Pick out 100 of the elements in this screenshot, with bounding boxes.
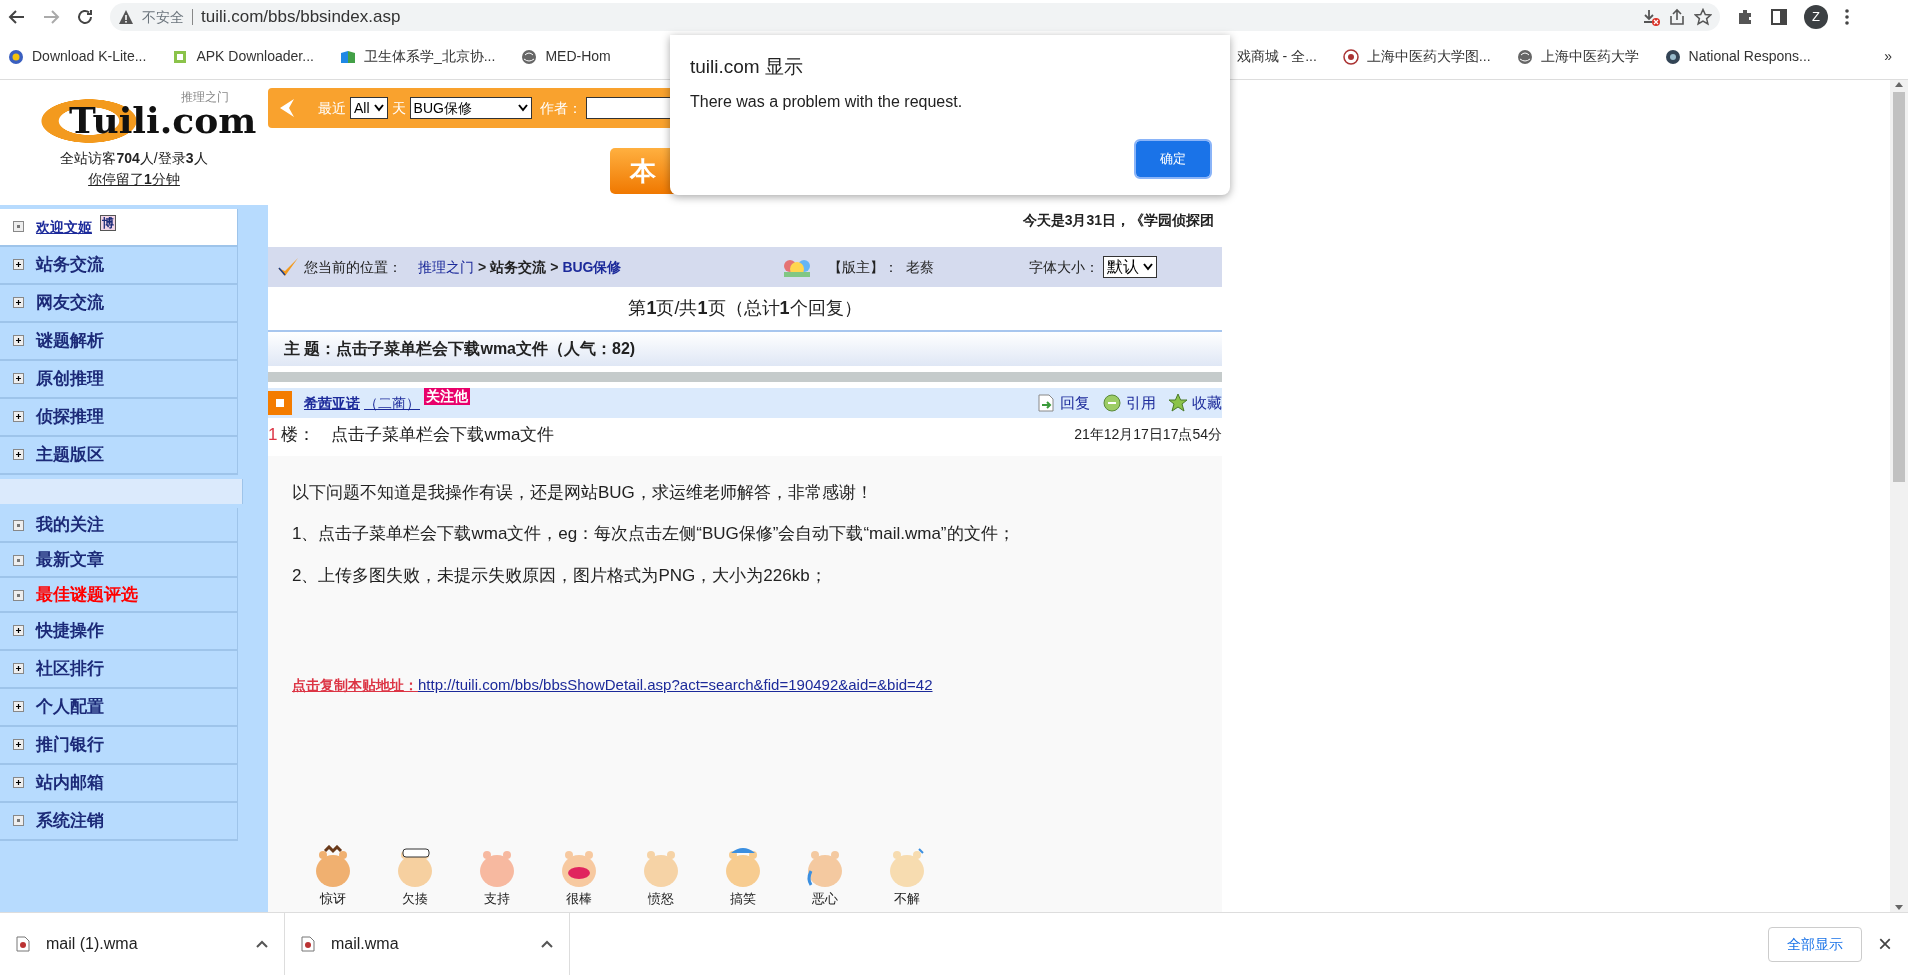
sidebar-item[interactable]: 站务交流 — [0, 247, 238, 285]
moderator-label: 【版主】： — [827, 257, 898, 277]
sidebar-item[interactable]: 原创推理 — [0, 361, 238, 399]
topic-title: 主 题：点击子菜单栏会下载wma文件（人气：82) — [268, 330, 1222, 366]
sidebar-item[interactable]: 系统注销 — [0, 803, 238, 841]
floor-number: 1 — [268, 424, 278, 446]
profile-avatar[interactable]: Z — [1804, 5, 1828, 29]
expand-icon — [13, 335, 24, 346]
visitor-count: 全站访客704人/登录3人 — [60, 149, 208, 168]
blog-badge[interactable]: 博 — [100, 215, 116, 231]
breadcrumb-link[interactable]: BUG保修 — [562, 256, 622, 278]
moderator-name[interactable]: 老蔡 — [905, 256, 934, 278]
emoticon-label: 愤怒 — [648, 889, 674, 908]
star-icon[interactable] — [1694, 8, 1712, 26]
breadcrumb-link[interactable]: 推理之门 — [418, 256, 474, 278]
expand-icon — [13, 663, 24, 674]
emoticon-label: 支持 — [484, 889, 510, 908]
location-label: 您当前的位置： — [304, 257, 402, 277]
dialog-title: tuili.com 显示 — [690, 55, 804, 79]
emoticon-label: 惊讶 — [320, 889, 346, 908]
post-title: 点击子菜单栏会下载wma文件 — [331, 424, 555, 446]
expand-icon — [13, 777, 24, 788]
download-item[interactable]: mail (1).wma — [0, 913, 285, 975]
post-url-link[interactable]: http://tuili.com/bbs/bbsShowDetail.asp?act=search&fid=190492&aid=&bid=42 — [418, 674, 933, 697]
url-text[interactable]: tuili.com/bbs/bbsindex.asp — [201, 4, 401, 30]
sidebar-item[interactable]: 侦探推理 — [0, 399, 238, 437]
caret-up-icon[interactable] — [256, 940, 268, 948]
show-all-button[interactable]: 全部显示 — [1768, 926, 1862, 962]
body-paragraph: 2、上传多图失败，未提示失败原因，图片格式为PNG，大小为226kb； — [292, 564, 828, 587]
author-rank[interactable]: （二蔺） — [364, 392, 420, 414]
today-date: 今天是3月31日，《学园侦探团 — [1021, 211, 1215, 230]
bookmark-item[interactable]: 戏商城 - 全... — [1236, 46, 1317, 67]
download-blocked-icon[interactable] — [1642, 8, 1660, 26]
sidebar-item[interactable]: 最新文章 — [0, 543, 238, 578]
sidebar-item[interactable]: 谜题解析 — [0, 323, 238, 361]
page-info: 第1页/共1页（总计1个回复） — [627, 297, 863, 320]
stay-time: 你停留了1分钟 — [88, 170, 180, 189]
star-icon — [1168, 393, 1188, 413]
bullet-icon — [13, 590, 24, 601]
sidebar-item[interactable]: 社区排行 — [0, 651, 238, 689]
extension-icon[interactable] — [1736, 8, 1754, 26]
days-select[interactable]: All — [350, 97, 388, 119]
scrollbar-thumb[interactable] — [1893, 92, 1905, 482]
bookmark-item[interactable]: APK Downloader... — [172, 46, 314, 67]
emoticon-label: 欠揍 — [402, 889, 428, 908]
breadcrumb-link[interactable]: 站务交流 — [490, 256, 547, 278]
body-paragraph: 1、点击子菜单栏会下载wma文件，eg：每次点击左侧“BUG保修”会自动下载“mail.wma”的文件； — [292, 523, 1016, 545]
font-size-select[interactable]: 默认 — [1102, 256, 1157, 278]
bookmark-favicon-icon — [8, 48, 24, 65]
bookmark-item[interactable]: 上海中医药大学 — [1516, 46, 1639, 67]
board-select[interactable]: BUG保修 — [409, 97, 532, 119]
scrollbar[interactable] — [1890, 80, 1908, 912]
reload-icon[interactable] — [76, 8, 94, 26]
side-panel-icon[interactable] — [1770, 8, 1788, 26]
bullet-icon — [13, 520, 24, 531]
sidebar-item[interactable]: 站内邮箱 — [0, 765, 238, 803]
scroll-up-icon[interactable] — [1894, 80, 1904, 88]
follow-button[interactable]: 关注他 — [424, 388, 470, 405]
bookmark-item[interactable]: 上海中医药大学图... — [1342, 46, 1491, 67]
copy-link-label[interactable]: 点击复制本贴地址： — [292, 674, 418, 696]
ok-button[interactable]: 确定 — [1136, 141, 1210, 177]
bookmark-favicon-icon — [172, 48, 189, 65]
author-square-icon — [268, 391, 292, 415]
download-item[interactable]: mail.wma — [285, 913, 570, 975]
bookmark-favicon-icon — [1664, 48, 1681, 65]
post-action-link[interactable]: 回复 — [1036, 391, 1090, 415]
sidebar-item[interactable]: 主题版区 — [0, 437, 238, 475]
share-icon[interactable] — [1668, 8, 1686, 26]
author-label: 作者： — [539, 98, 582, 118]
sidebar-item[interactable]: 个人配置 — [0, 689, 238, 727]
bullet-icon — [13, 555, 24, 566]
close-button[interactable]: × — [1878, 926, 1892, 962]
post-action-link[interactable]: 引用 — [1102, 391, 1156, 415]
author-name[interactable]: 希茜亚诺 — [304, 392, 360, 414]
caret-up-icon[interactable] — [541, 940, 553, 948]
post-action-link[interactable]: 收藏 — [1168, 391, 1222, 415]
caret-icon — [1142, 263, 1153, 271]
emoticon-label: 不解 — [894, 889, 920, 908]
body-paragraph: 以下问题不知道是我操作有误，还是网站BUG，求运维老师解答，非常感谢！ — [292, 481, 874, 504]
bookmark-item[interactable]: MED-Hom — [521, 46, 611, 67]
caret-icon — [373, 104, 384, 112]
bookmark-item[interactable]: National Respons... — [1664, 46, 1811, 67]
scroll-down-icon[interactable] — [1894, 904, 1904, 912]
bookmark-favicon-icon — [1342, 48, 1359, 65]
reply-icon — [1036, 393, 1056, 413]
bookmark-favicon-icon — [339, 48, 356, 65]
sidebar-item[interactable]: 推门银行 — [0, 727, 238, 765]
sidebar-item[interactable]: 我的关注 — [0, 508, 238, 543]
sidebar-item[interactable]: 欢迎文姬 博 — [0, 209, 238, 247]
sidebar-item[interactable]: 网友交流 — [0, 285, 238, 323]
menu-icon[interactable] — [1844, 8, 1850, 26]
bookmark-item[interactable]: 卫生体系学_北京协... — [339, 46, 496, 67]
more-bookmarks-button[interactable]: » — [1884, 46, 1900, 67]
bookmark-item[interactable]: Download K-Lite... — [8, 46, 147, 67]
security-label: 不安全 — [142, 7, 184, 27]
expand-icon — [13, 373, 24, 384]
expand-icon — [13, 297, 24, 308]
days-label: 天 — [391, 98, 406, 118]
sidebar-item[interactable]: 快捷操作 — [0, 613, 238, 651]
back-icon[interactable] — [8, 8, 26, 26]
